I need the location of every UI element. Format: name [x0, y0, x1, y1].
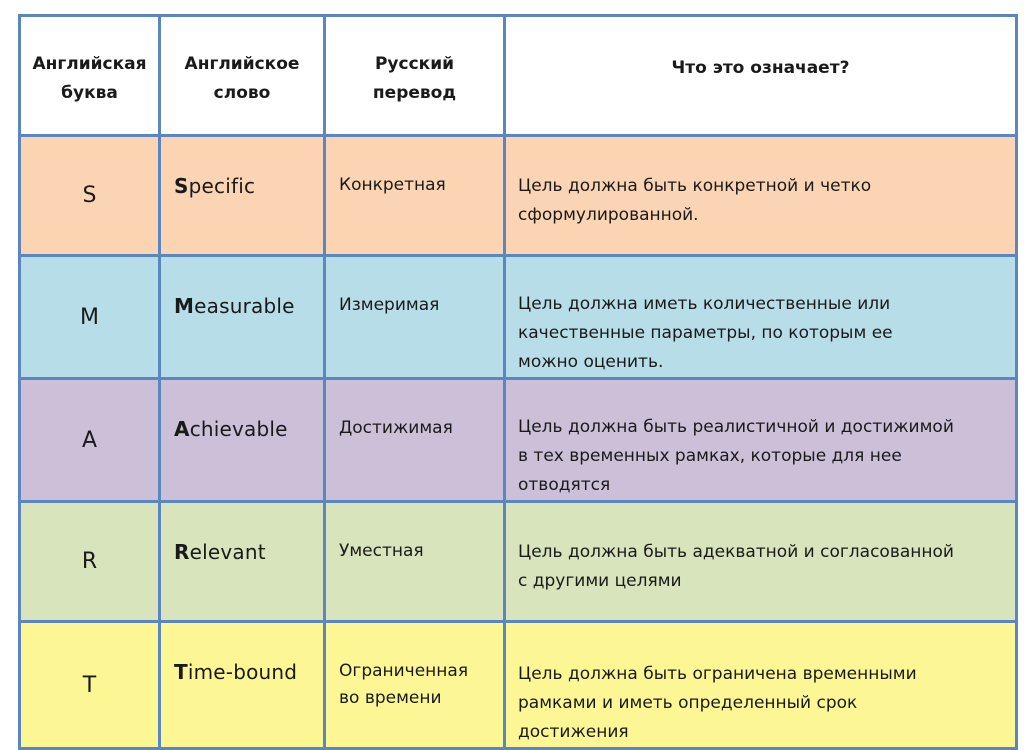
table-row-s: S Specific Конкретная Цель должна быть к…: [18, 134, 1018, 257]
english-word-cell: Measurable: [158, 254, 326, 380]
word-rest: ime-bound: [187, 660, 298, 684]
header-line: слово: [213, 83, 271, 103]
meaning-line: Цель должна быть конкретной и четко: [518, 176, 872, 196]
meaning-line: можно оценить.: [518, 352, 664, 372]
translation-line: Конкретная: [339, 175, 446, 195]
meaning-line: отводятся: [518, 475, 611, 495]
letter-cell: M: [18, 254, 161, 380]
letter-cell: S: [18, 134, 161, 257]
header-english-letter: Английская буква: [18, 14, 161, 137]
meaning-cell: Цель должна иметь количественные или кач…: [503, 254, 1018, 380]
meaning-line: рамками и иметь определенный срок: [518, 693, 858, 713]
table-header-row: Английская буква Английское слово Русски…: [18, 14, 1018, 137]
word-rest: pecific: [188, 174, 256, 198]
meaning-line: качественные параметры, по которым ее: [518, 323, 893, 343]
meaning-cell: Цель должна быть конкретной и четко сфор…: [503, 134, 1018, 257]
translation-cell: Ограниченная во времени: [323, 620, 506, 750]
word-initial: T: [174, 660, 188, 684]
smart-goals-table: Английская буква Английское слово Русски…: [18, 14, 1018, 750]
letter-cell: T: [18, 620, 161, 750]
english-word-cell: Specific: [158, 134, 326, 257]
word-rest: elevant: [189, 540, 266, 564]
letter-cell: A: [18, 377, 161, 503]
translation-line: Уместная: [339, 541, 424, 561]
header-line: буква: [61, 83, 118, 103]
meaning-line: Цель должна иметь количественные или: [518, 294, 891, 314]
meaning-line: Цель должна быть адекватной и согласован…: [518, 542, 954, 562]
meaning-line: Цель должна быть ограничена временными: [518, 664, 917, 684]
word-initial: A: [174, 417, 190, 441]
word-initial: R: [174, 540, 190, 564]
header-line: Английское: [184, 54, 300, 74]
meaning-line: с другими целями: [518, 571, 682, 591]
meaning-cell: Цель должна быть адекватной и согласован…: [503, 500, 1018, 623]
translation-line: Ограниченная: [339, 661, 469, 681]
header-line: Русский: [374, 54, 455, 74]
translation-line: Достижимая: [339, 418, 453, 438]
header-russian-translation: Русский перевод: [323, 14, 506, 137]
translation-cell: Достижимая: [323, 377, 506, 503]
translation-line: во времени: [339, 688, 442, 708]
header-meaning: Что это означает?: [503, 14, 1018, 137]
header-line: Английская: [32, 54, 147, 74]
meaning-line: в тех временных рамках, которые для нее: [518, 446, 902, 466]
english-word-cell: Time-bound: [158, 620, 326, 750]
meaning-line: достижения: [518, 722, 629, 742]
table-row-a: A Achievable Достижимая Цель должна быть…: [18, 377, 1018, 503]
translation-cell: Уместная: [323, 500, 506, 623]
meaning-cell: Цель должна быть ограничена временными р…: [503, 620, 1018, 750]
table-row-t: T Time-bound Ограниченная во времени Цел…: [18, 620, 1018, 750]
letter-cell: R: [18, 500, 161, 623]
translation-line: Измеримая: [339, 295, 440, 315]
header-line: Что это означает?: [671, 58, 850, 78]
header-line: перевод: [372, 83, 457, 103]
table-row-m: M Measurable Измеримая Цель должна иметь…: [18, 254, 1018, 380]
word-rest: easurable: [194, 294, 295, 318]
english-word-cell: Achievable: [158, 377, 326, 503]
table-row-r: R Relevant Уместная Цель должна быть аде…: [18, 500, 1018, 623]
word-rest: chievable: [189, 417, 288, 441]
meaning-line: Цель должна быть реалистичной и достижим…: [518, 417, 954, 437]
meaning-line: сформулированной.: [518, 205, 699, 225]
meaning-cell: Цель должна быть реалистичной и достижим…: [503, 377, 1018, 503]
word-initial: S: [174, 174, 189, 198]
translation-cell: Конкретная: [323, 134, 506, 257]
translation-cell: Измеримая: [323, 254, 506, 380]
word-initial: M: [174, 294, 195, 318]
header-english-word: Английское слово: [158, 14, 326, 137]
english-word-cell: Relevant: [158, 500, 326, 623]
